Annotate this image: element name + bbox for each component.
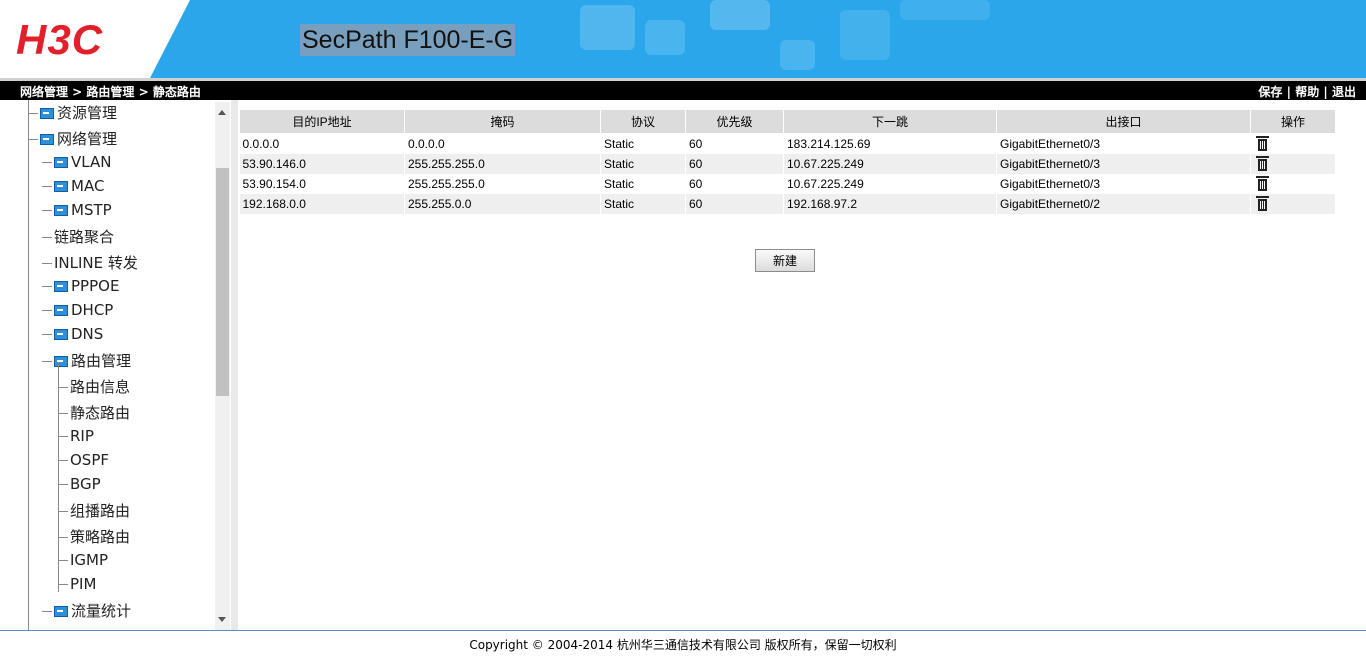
folder-icon bbox=[54, 329, 68, 340]
sidebar-item-pim[interactable]: PIM bbox=[58, 575, 96, 593]
cell-operation bbox=[1250, 133, 1336, 154]
cell-next-hop: 10.67.225.249 bbox=[783, 154, 997, 174]
cell-priority: 60 bbox=[685, 194, 784, 214]
static-route-table: 目的IP地址 掩码 协议 优先级 下一跳 出接口 操作 0.0.0.0 0.0.… bbox=[239, 109, 1336, 214]
folder-icon bbox=[54, 281, 68, 292]
sidebar-item-mac[interactable]: MAC bbox=[42, 177, 104, 195]
sidebar-divider bbox=[231, 100, 238, 630]
cell-mask: 255.255.255.0 bbox=[404, 154, 601, 174]
save-link[interactable]: 保存 bbox=[1258, 85, 1282, 99]
cell-dest-ip: 53.90.154.0 bbox=[239, 174, 405, 194]
folder-icon bbox=[54, 181, 68, 192]
breadcrumb: 网络管理 > 路由管理 > 静态路由 bbox=[20, 85, 201, 99]
cell-mask: 0.0.0.0 bbox=[404, 133, 601, 154]
table-row: 53.90.154.0 255.255.255.0 Static 60 10.6… bbox=[239, 174, 1336, 194]
cell-priority: 60 bbox=[685, 174, 784, 194]
sidebar-tree: 资源管理 网络管理 VLAN MAC MSTP 链路聚合 INLINE 转发 P… bbox=[0, 100, 231, 630]
sidebar-item-vlan[interactable]: VLAN bbox=[42, 153, 111, 171]
tree-line bbox=[28, 100, 29, 630]
folder-icon bbox=[54, 305, 68, 316]
table-row: 0.0.0.0 0.0.0.0 Static 60 183.214.125.69… bbox=[239, 133, 1336, 154]
column-header-dest-ip: 目的IP地址 bbox=[239, 109, 405, 134]
nav-bar: 网络管理 > 路由管理 > 静态路由 保存 | 帮助 | 退出 bbox=[0, 78, 1366, 100]
cell-protocol: Static bbox=[600, 154, 686, 174]
cell-protocol: Static bbox=[600, 133, 686, 154]
sidebar-item-routing[interactable]: 路由管理 bbox=[42, 350, 131, 371]
logo-area: H3C bbox=[0, 0, 190, 78]
sidebar-item-policy-route[interactable]: 策略路由 bbox=[58, 526, 130, 547]
sidebar-item-traffic-stats[interactable]: 流量统计 bbox=[42, 600, 131, 621]
sidebar-item-static-route[interactable]: 静态路由 bbox=[58, 402, 130, 423]
top-links: 保存 | 帮助 | 退出 bbox=[1258, 83, 1356, 100]
folder-icon bbox=[54, 606, 68, 617]
table-row: 53.90.146.0 255.255.255.0 Static 60 10.6… bbox=[239, 154, 1336, 174]
cell-priority: 60 bbox=[685, 154, 784, 174]
sidebar-item-rip[interactable]: RIP bbox=[58, 427, 94, 445]
separator: | bbox=[1286, 85, 1292, 99]
sidebar-item-inline[interactable]: INLINE 转发 bbox=[42, 252, 138, 273]
cell-dest-ip: 192.168.0.0 bbox=[239, 194, 405, 214]
cell-interface: GigabitEthernet0/3 bbox=[996, 174, 1251, 194]
folder-icon bbox=[40, 108, 54, 119]
cell-mask: 255.255.0.0 bbox=[404, 194, 601, 214]
copyright-footer: Copyright © 2004-2014 杭州华三通信技术有限公司 版权所有，… bbox=[469, 638, 897, 652]
separator: | bbox=[1323, 85, 1328, 99]
table-row: 192.168.0.0 255.255.0.0 Static 60 192.16… bbox=[239, 194, 1336, 214]
cell-next-hop: 192.168.97.2 bbox=[783, 194, 997, 214]
main-content: 目的IP地址 掩码 协议 优先级 下一跳 出接口 操作 0.0.0.0 0.0.… bbox=[238, 100, 1366, 630]
scroll-down-arrow-icon[interactable] bbox=[218, 617, 226, 622]
help-link[interactable]: 帮助 bbox=[1295, 85, 1319, 99]
sidebar-item-mstp[interactable]: MSTP bbox=[42, 201, 112, 219]
table-header-row: 目的IP地址 掩码 协议 优先级 下一跳 出接口 操作 bbox=[239, 109, 1336, 134]
folder-open-icon bbox=[54, 356, 68, 367]
sidebar-item-resource[interactable]: 资源管理 bbox=[28, 102, 117, 123]
sidebar-scrollbar[interactable] bbox=[215, 102, 230, 630]
cell-dest-ip: 0.0.0.0 bbox=[239, 133, 405, 154]
sidebar-item-ospf[interactable]: OSPF bbox=[58, 451, 109, 469]
cell-dest-ip: 53.90.146.0 bbox=[239, 154, 405, 174]
column-header-protocol: 协议 bbox=[600, 109, 686, 134]
new-route-button[interactable]: 新建 bbox=[755, 249, 815, 272]
cell-operation bbox=[1250, 154, 1336, 174]
cell-protocol: Static bbox=[600, 174, 686, 194]
cell-mask: 255.255.255.0 bbox=[404, 174, 601, 194]
cell-operation bbox=[1250, 194, 1336, 214]
sidebar-item-pppoe[interactable]: PPPOE bbox=[42, 277, 119, 295]
sidebar-item-dns[interactable]: DNS bbox=[42, 325, 103, 343]
delete-trash-icon[interactable] bbox=[1256, 195, 1269, 211]
sidebar-item-multicast-route[interactable]: 组播路由 bbox=[58, 500, 130, 521]
cell-interface: GigabitEthernet0/3 bbox=[996, 154, 1251, 174]
cell-interface: GigabitEthernet0/2 bbox=[996, 194, 1251, 214]
delete-trash-icon[interactable] bbox=[1256, 135, 1269, 151]
folder-icon bbox=[54, 157, 68, 168]
cell-priority: 60 bbox=[685, 133, 784, 154]
sidebar-item-dhcp[interactable]: DHCP bbox=[42, 301, 113, 319]
footer-divider bbox=[0, 630, 1366, 631]
scroll-up-arrow-icon[interactable] bbox=[218, 110, 226, 115]
logout-link[interactable]: 退出 bbox=[1332, 85, 1356, 99]
column-header-operation: 操作 bbox=[1250, 109, 1336, 134]
cell-interface: GigabitEthernet0/3 bbox=[996, 133, 1251, 154]
scroll-thumb[interactable] bbox=[216, 168, 229, 396]
sidebar-item-network[interactable]: 网络管理 bbox=[28, 128, 117, 149]
folder-open-icon bbox=[40, 134, 54, 145]
delete-trash-icon[interactable] bbox=[1256, 155, 1269, 171]
cell-operation bbox=[1250, 174, 1336, 194]
column-header-next-hop: 下一跳 bbox=[783, 109, 997, 134]
h3c-logo: H3C bbox=[16, 16, 104, 63]
column-header-mask: 掩码 bbox=[404, 109, 601, 134]
cell-next-hop: 183.214.125.69 bbox=[783, 133, 997, 154]
sidebar-item-route-info[interactable]: 路由信息 bbox=[58, 376, 130, 397]
sidebar-item-bgp[interactable]: BGP bbox=[58, 475, 101, 493]
cell-next-hop: 10.67.225.249 bbox=[783, 174, 997, 194]
cell-protocol: Static bbox=[600, 194, 686, 214]
column-header-interface: 出接口 bbox=[996, 109, 1251, 134]
delete-trash-icon[interactable] bbox=[1256, 175, 1269, 191]
folder-icon bbox=[54, 205, 68, 216]
column-header-priority: 优先级 bbox=[685, 109, 784, 134]
device-title: SecPath F100-E-G bbox=[300, 24, 516, 56]
sidebar-item-igmp[interactable]: IGMP bbox=[58, 551, 108, 569]
header-banner: H3C SecPath F100-E-G bbox=[0, 0, 1366, 78]
sidebar-item-link-aggregation[interactable]: 链路聚合 bbox=[42, 226, 114, 247]
